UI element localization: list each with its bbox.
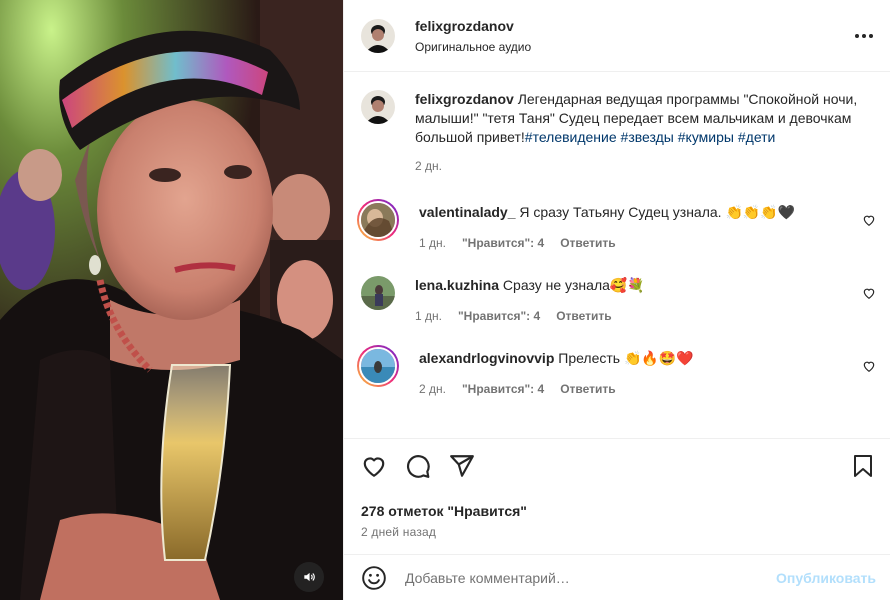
emoji-smile-icon	[362, 565, 386, 590]
comment-item: valentinalady_ Я сразу Татьяну Судец узн…	[357, 199, 876, 250]
comments-list[interactable]: felixgrozdanov Легендарная ведущая прогр…	[344, 72, 890, 438]
comment-heart-icon[interactable]	[862, 286, 876, 300]
comment-username[interactable]: lena.kuzhina	[415, 277, 499, 293]
comment-item: alexandrlogvinovvip Прелесть 👏🔥🤩❤️ 2 дн.…	[357, 345, 876, 396]
bookmark-icon	[854, 455, 872, 477]
avatar-image	[361, 349, 395, 383]
comment-text: lena.kuzhina Сразу не узнала🥰💐	[415, 276, 846, 295]
reply-button[interactable]: Ответить	[556, 309, 611, 323]
comment-heart-icon[interactable]	[862, 359, 876, 373]
author-username[interactable]: felixgrozdanov	[415, 18, 852, 34]
like-button[interactable]	[361, 453, 387, 479]
avatar-image	[361, 90, 395, 124]
comment-body: lena.kuzhina Сразу не узнала🥰💐 1 дн. "Нр…	[415, 276, 876, 323]
comment-username[interactable]: alexandrlogvinovvip	[419, 350, 554, 366]
comment-meta: 2 дн. "Нравится": 4 Ответить	[419, 382, 846, 396]
save-button[interactable]	[850, 453, 876, 479]
comment-time[interactable]: 2 дн.	[419, 382, 446, 396]
caption-meta: 2 дн.	[415, 159, 876, 173]
paper-plane-icon	[450, 455, 474, 477]
comment-text: alexandrlogvinovvip Прелесть 👏🔥🤩❤️	[419, 349, 846, 368]
hashtag[interactable]: #телевидение	[525, 129, 617, 145]
comment-likes-count[interactable]: "Нравится": 4	[462, 382, 544, 396]
likes-count[interactable]: 278 отметок "Нравится"	[361, 503, 876, 519]
comment-body: valentinalady_ Я сразу Татьяну Судец узн…	[419, 203, 876, 250]
post-actions: 278 отметок "Нравится" 2 дней назад	[344, 438, 890, 554]
hashtag[interactable]: #кумиры	[678, 129, 734, 145]
post-caption: felixgrozdanov Легендарная ведущая прогр…	[361, 90, 876, 173]
caption-avatar[interactable]	[361, 90, 395, 124]
story-ring-avatar[interactable]	[357, 199, 399, 241]
share-button[interactable]	[449, 453, 475, 479]
speaker-icon	[304, 572, 315, 582]
caption-username[interactable]: felixgrozdanov	[415, 91, 514, 107]
reply-button[interactable]: Ответить	[560, 236, 615, 250]
post-photo	[0, 0, 343, 600]
caption-body: felixgrozdanov Легендарная ведущая прогр…	[415, 90, 876, 173]
comment-time[interactable]: 1 дн.	[415, 309, 442, 323]
author-avatar[interactable]	[361, 18, 395, 53]
story-ring-avatar[interactable]	[357, 345, 399, 387]
comment-body: alexandrlogvinovvip Прелесть 👏🔥🤩❤️ 2 дн.…	[419, 349, 876, 396]
comment-time[interactable]: 1 дн.	[419, 236, 446, 250]
comment-input[interactable]	[405, 569, 777, 586]
post-header: felixgrozdanov Оригинальное аудио	[344, 0, 890, 72]
audio-label[interactable]: Оригинальное аудио	[415, 40, 852, 54]
heart-icon	[363, 457, 385, 477]
sound-toggle-button[interactable]	[294, 562, 324, 592]
comment-meta: 1 дн. "Нравится": 4 Ответить	[415, 309, 846, 323]
action-icons-row	[361, 451, 876, 481]
publish-button[interactable]: Опубликовать	[776, 570, 876, 586]
comment-content: Я сразу Татьяну Судец узнала. 👏👏👏🖤	[519, 204, 796, 220]
post-media[interactable]	[0, 0, 343, 600]
avatar-image	[361, 276, 395, 310]
caption-time[interactable]: 2 дн.	[415, 159, 442, 173]
comment-text: valentinalady_ Я сразу Татьяну Судец узн…	[419, 203, 846, 222]
comment-content: Прелесть 👏🔥🤩❤️	[558, 350, 694, 366]
reply-button[interactable]: Ответить	[560, 382, 615, 396]
post-date: 2 дней назад	[361, 525, 437, 539]
avatar-image	[361, 18, 395, 53]
comment-button[interactable]	[405, 453, 431, 479]
comment-meta: 1 дн. "Нравится": 4 Ответить	[419, 236, 846, 250]
more-options-button[interactable]	[852, 24, 876, 48]
comment-bubble-icon	[407, 455, 430, 478]
avatar-image	[361, 203, 395, 237]
comment-username[interactable]: valentinalady_	[419, 204, 516, 220]
comment-likes-count[interactable]: "Нравится": 4	[458, 309, 540, 323]
more-options-icon	[855, 33, 873, 38]
post-header-meta: felixgrozdanov Оригинальное аудио	[415, 18, 852, 54]
comment-likes-count[interactable]: "Нравится": 4	[462, 236, 544, 250]
comment-content: Сразу не узнала🥰💐	[502, 277, 645, 293]
comment-item: lena.kuzhina Сразу не узнала🥰💐 1 дн. "Нр…	[361, 276, 876, 323]
post-details-panel: felixgrozdanov Оригинальное аудио felixg…	[343, 0, 890, 600]
emoji-button[interactable]	[361, 565, 387, 591]
caption-text: felixgrozdanov Легендарная ведущая прогр…	[415, 90, 876, 147]
hashtag[interactable]: #дети	[738, 129, 776, 145]
comment-composer: Опубликовать	[344, 554, 890, 600]
hashtag[interactable]: #звезды	[621, 129, 674, 145]
comment-avatar[interactable]	[361, 276, 395, 310]
comment-heart-icon[interactable]	[862, 213, 876, 227]
